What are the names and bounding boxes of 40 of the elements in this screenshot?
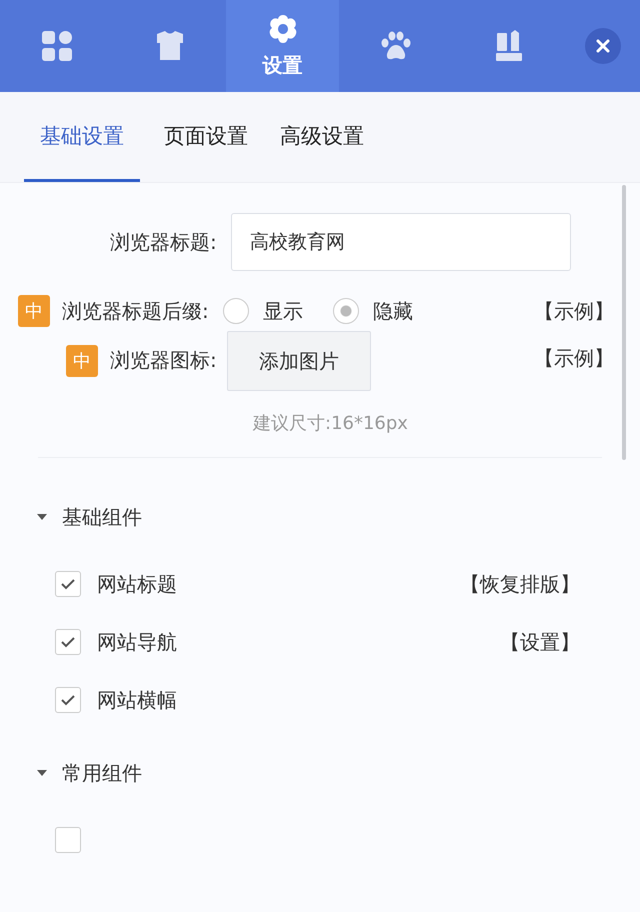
example-link[interactable]: 【示例】 <box>534 345 614 372</box>
field-label: 浏览器标题后缀: <box>62 298 209 324</box>
check-icon <box>60 578 76 590</box>
caret-icon[interactable] <box>36 513 48 521</box>
caret-icon[interactable] <box>36 769 48 777</box>
settings-tab[interactable]: 高级设置 <box>272 92 372 182</box>
scrollbar[interactable] <box>622 185 626 460</box>
checkbox-label: 网站导航 <box>97 628 177 656</box>
badge: 中 <box>66 345 98 377</box>
radio-button[interactable] <box>222 298 249 324</box>
input-field[interactable]: 高校教育网 <box>230 213 571 271</box>
radio-label: 显示 <box>262 298 303 324</box>
paw-icon <box>380 30 412 62</box>
field-label: 浏览器标题: <box>110 228 217 256</box>
checkbox[interactable] <box>55 629 81 655</box>
checkbox-label: 网站横幅 <box>97 686 177 714</box>
toolbar-tab[interactable]: 设置 <box>226 0 339 92</box>
settings-icon <box>266 14 298 46</box>
add-image-button[interactable]: 添加图片 <box>226 331 371 391</box>
check-icon <box>60 636 76 648</box>
checkbox[interactable] <box>55 687 81 713</box>
section-title: 常用组件 <box>62 760 142 786</box>
close-icon <box>596 39 610 53</box>
hint-text: 建议尺寸:16*16px <box>253 412 409 435</box>
badge: 中 <box>18 295 50 327</box>
checkbox[interactable] <box>55 571 81 597</box>
settings-tab[interactable]: 基础设置 <box>24 92 140 182</box>
action-link[interactable]: 【恢复排版】 <box>460 570 580 598</box>
radio-button[interactable] <box>332 298 359 324</box>
settings-tab[interactable]: 页面设置 <box>156 92 256 182</box>
check-icon <box>60 694 76 706</box>
field-label: 浏览器图标: <box>110 347 217 374</box>
example-link[interactable]: 【示例】 <box>534 298 614 324</box>
grid-icon <box>40 30 72 62</box>
checkbox-label: 网站标题 <box>97 570 177 598</box>
section-title: 基础组件 <box>62 504 142 530</box>
action-link[interactable]: 【设置】 <box>500 628 580 656</box>
close-button[interactable] <box>584 28 620 64</box>
checkbox[interactable] <box>55 827 81 853</box>
radio-label: 隐藏 <box>372 298 413 324</box>
